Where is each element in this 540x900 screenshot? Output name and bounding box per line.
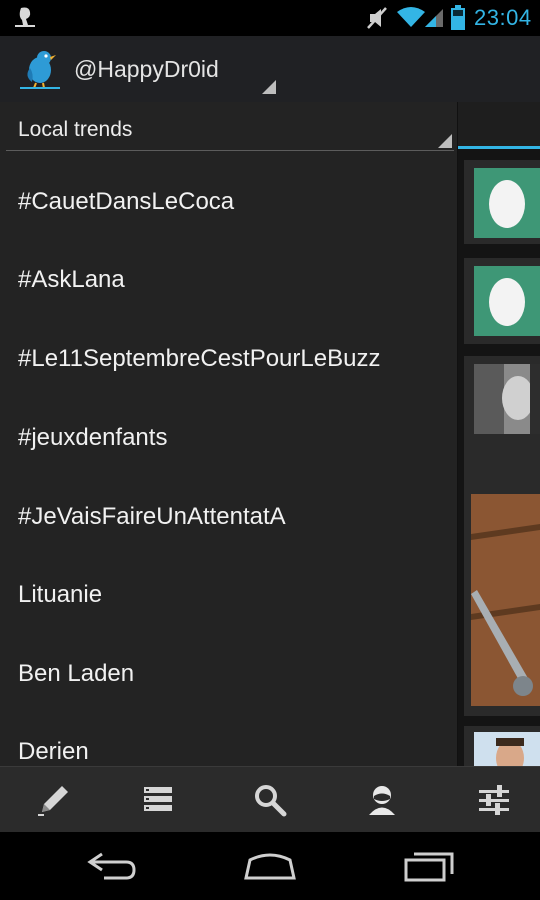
tab-indicator [458,146,540,149]
tweet-card[interactable] [464,258,540,344]
trend-item[interactable]: #CauetDansLeCoca [0,152,458,230]
tweet-card[interactable] [464,356,540,716]
bird-icon[interactable] [18,46,62,90]
trends-type-label: Local trends [18,118,133,141]
recent-apps-icon[interactable] [398,848,458,884]
trend-label: #JeVaisFaireUnAttentatA [18,503,286,530]
profile-icon [369,786,395,815]
tweet-card[interactable] [464,160,540,244]
avatar [474,168,540,238]
trend-item[interactable]: #AskLana [0,230,458,308]
trend-label: #CauetDansLeCoca [18,188,235,215]
trend-label: Ben Laden [18,660,135,687]
trend-label: #AskLana [18,266,125,293]
settings-button[interactable] [440,767,540,833]
trend-label: Lituanie [18,581,103,608]
clock: 23:04 [474,5,532,30]
trends-drawer: Local trends #CauetDansLeCoca #AskLana #… [0,102,458,766]
search-icon [255,785,287,817]
tweet-card[interactable] [464,726,540,766]
avatar [474,364,540,434]
status-bar: 23:04 [0,0,540,36]
trend-item[interactable]: #JeVaisFaireUnAttentatA [0,467,458,545]
lists-icon [144,787,172,811]
bottom-toolbar [0,766,540,832]
back-icon[interactable] [82,848,142,884]
trend-item[interactable]: #Le11SeptembreCestPourLeBuzz [0,309,458,387]
compose-icon [38,786,68,816]
action-bar: @HappyDr0id [0,36,540,102]
navigation-bar [0,832,540,900]
content-area: Local trends #CauetDansLeCoca #AskLana #… [0,102,540,766]
avatar [474,732,540,766]
trend-label: #Le11SeptembreCestPourLeBuzz [18,345,381,372]
trend-item[interactable]: #jeuxdenfants [0,388,458,466]
cell-signal-icon [425,9,443,27]
account-selector[interactable]: @HappyDr0id [74,56,219,83]
trend-item[interactable]: Derien [0,702,458,766]
timeline-tab-strip[interactable] [458,102,540,146]
home-icon[interactable] [240,848,300,884]
notification-app-icon [15,7,35,27]
trend-item[interactable]: Ben Laden [0,624,458,702]
dropdown-arrow-icon[interactable] [262,80,276,94]
compose-button[interactable] [0,767,108,833]
trend-item[interactable]: Lituanie [0,545,458,623]
media-thumbnail[interactable] [471,494,540,706]
profile-button[interactable] [328,767,436,833]
vibrate-silent-icon [367,7,387,29]
wifi-icon [397,7,425,27]
trend-label: #jeuxdenfants [18,424,168,451]
timeline-pane [458,102,540,766]
battery-icon [451,5,465,30]
trend-label: Derien [18,738,89,765]
lists-button[interactable] [104,767,212,833]
avatar [474,266,540,336]
search-button[interactable] [216,767,324,833]
dropdown-arrow-icon [438,134,452,148]
settings-icon [479,785,509,815]
trends-type-spinner[interactable]: Local trends [6,102,454,151]
